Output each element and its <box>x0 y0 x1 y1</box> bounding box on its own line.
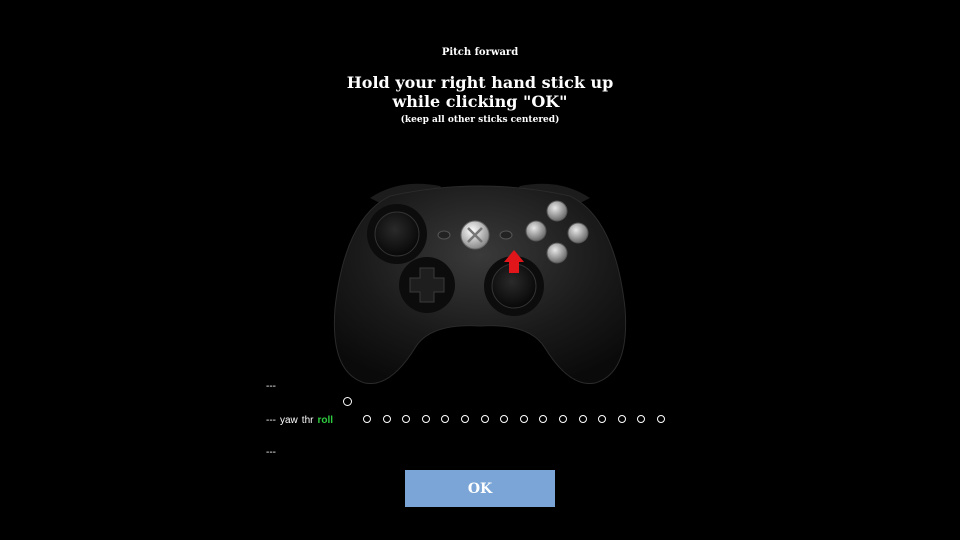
axis-label-yaw: yaw <box>280 415 298 426</box>
calibration-screen: Pitch forward Hold your right hand stick… <box>0 0 960 540</box>
axis-dot <box>598 415 607 423</box>
instruction-line-2: while clicking "OK" <box>392 92 568 111</box>
axis-dot <box>519 415 528 423</box>
axis-dot <box>382 415 391 423</box>
step-title: Pitch forward <box>441 47 519 58</box>
axis-dot <box>402 415 411 423</box>
axis-progress-dots <box>363 415 677 423</box>
axis-prefix: --- <box>266 415 276 426</box>
axis-dot <box>637 415 646 423</box>
axis-label-roll-active: roll <box>317 415 334 426</box>
axis-dot <box>539 415 548 423</box>
axis-dot <box>441 415 450 423</box>
ok-button[interactable]: OK <box>405 470 555 507</box>
axis-dot <box>460 415 469 423</box>
axis-dot <box>578 415 587 423</box>
axis-dot <box>617 415 626 423</box>
game-controller-icon <box>333 183 627 384</box>
instruction-note: (keep all other sticks centered) <box>400 115 560 125</box>
axis-position-marker <box>343 397 352 406</box>
axis-dot <box>558 415 567 423</box>
axis-row-top: --- <box>266 381 276 392</box>
axis-dot <box>480 415 489 423</box>
axis-row-bottom: --- <box>266 447 276 458</box>
axis-dot <box>363 415 371 423</box>
instruction-line-1: Hold your right hand stick up <box>346 73 614 92</box>
instruction-text: Hold your right hand stick up while clic… <box>0 73 960 111</box>
axis-dot <box>500 415 509 423</box>
axis-label-thr: thr <box>301 415 314 426</box>
axis-dot <box>656 415 665 423</box>
axis-row-main: --- yaw thr roll <box>266 415 343 426</box>
axis-dot <box>421 415 430 423</box>
